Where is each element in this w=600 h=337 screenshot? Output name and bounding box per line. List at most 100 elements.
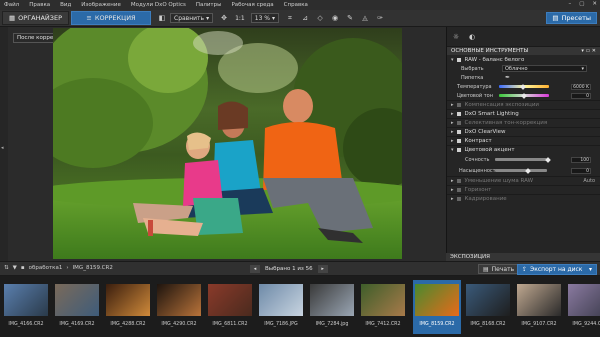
filmstrip-thumbnail[interactable]: IMG_6811.CR2: [206, 280, 254, 334]
vibrancy-value[interactable]: 100: [571, 156, 591, 163]
chevron-right-icon[interactable]: ▸: [451, 111, 454, 117]
chevron-down-icon[interactable]: ▾: [451, 147, 454, 153]
maximize-icon[interactable]: ▢: [579, 1, 584, 7]
chevron-right-icon[interactable]: ▸: [451, 102, 454, 108]
print-button[interactable]: ▤ Печать: [478, 264, 520, 274]
left-collapse-strip[interactable]: ◂: [0, 27, 8, 261]
move-icon[interactable]: ✥: [219, 13, 229, 23]
chevron-right-icon[interactable]: ▸: [451, 178, 454, 184]
wb-select-dropdown[interactable]: Облачно ▾: [502, 65, 587, 72]
ratio-label[interactable]: 1:1: [235, 15, 245, 22]
zoom-control[interactable]: 13 % ▾: [250, 13, 280, 23]
image-viewer[interactable]: После коррекции: [8, 27, 446, 261]
local-adjust-icon[interactable]: ◬: [360, 13, 370, 23]
chevron-down-icon[interactable]: ▾: [451, 57, 454, 63]
vibrancy-slider-knob[interactable]: [545, 156, 551, 163]
menu-file[interactable]: Файл: [4, 2, 19, 8]
enable-checkbox[interactable]: [456, 197, 461, 201]
close-icon[interactable]: ✕: [592, 1, 597, 7]
exposure-section[interactable]: ▸ Компенсация экспозиции: [447, 100, 600, 109]
enable-checkbox[interactable]: [456, 103, 461, 107]
saturation-value[interactable]: 0: [571, 167, 591, 174]
noise-section[interactable]: ▸ Уменьшение шума RAW Auto: [447, 176, 600, 185]
chevron-left-icon[interactable]: ◂: [1, 145, 4, 151]
filmstrip-thumbnail[interactable]: IMG_7412.CR2: [359, 280, 407, 334]
repair-icon[interactable]: ✎: [345, 13, 355, 23]
enable-checkbox[interactable]: [456, 179, 461, 183]
crop-icon[interactable]: ⌗: [285, 13, 295, 23]
enable-checkbox[interactable]: [456, 148, 461, 152]
pipette-icon[interactable]: ✒: [505, 74, 510, 81]
thumbnail-image[interactable]: [466, 284, 510, 316]
menu-modules[interactable]: Модули DxO Optics: [131, 2, 186, 8]
filmstrip-thumbnail[interactable]: IMG_7284.jpg: [308, 280, 356, 334]
clearview-section[interactable]: ▸ DxO ClearView: [447, 127, 600, 136]
thumbnail-image[interactable]: [106, 284, 150, 316]
thumbnail-image[interactable]: [361, 284, 405, 316]
wb-section[interactable]: ▾ RAW - баланс белого: [447, 55, 600, 64]
filmstrip-thumbnail[interactable]: IMG_7186.JPG: [257, 280, 305, 334]
filmstrip-thumbnail[interactable]: IMG_8168.CR2: [464, 280, 512, 334]
redeye-icon[interactable]: ◉: [330, 13, 340, 23]
color-accent-section[interactable]: ▾ Цветовой акцент: [447, 145, 600, 154]
project-name[interactable]: обработка1: [29, 265, 63, 271]
exposure-palette-header[interactable]: ЭКСПОЗИЦИЯ: [446, 253, 600, 261]
thumbnail-image[interactable]: [55, 284, 99, 316]
tint-value[interactable]: 0: [571, 92, 591, 99]
main-photo[interactable]: [53, 28, 402, 259]
tab-organizer[interactable]: ▦ ОРГАНАЙЗЕР: [2, 11, 69, 25]
minimize-icon[interactable]: –: [568, 1, 571, 7]
filter-icon[interactable]: ▼: [13, 265, 17, 271]
thumbnail-image[interactable]: [259, 284, 303, 316]
temperature-value[interactable]: 6000 K: [571, 83, 591, 90]
horizon-section[interactable]: ▸ Горизонт: [447, 185, 600, 194]
filmstrip-thumbnail[interactable]: IMG_9244.CR2: [566, 280, 600, 334]
filmstrip-thumbnail[interactable]: IMG_4166.CR2: [2, 280, 50, 334]
thumbnail-image[interactable]: [157, 284, 201, 316]
thumbnail-image[interactable]: [415, 284, 459, 316]
enable-checkbox[interactable]: [456, 121, 461, 125]
menu-workspace[interactable]: Рабочая среда: [231, 2, 273, 8]
next-image-icon[interactable]: ▸: [317, 265, 328, 273]
color-icon[interactable]: ◐: [467, 32, 477, 42]
filmstrip-thumbnail[interactable]: IMG_4290.CR2: [155, 280, 203, 334]
crop-section[interactable]: ▸ Кадрирование: [447, 194, 600, 203]
menu-view[interactable]: Вид: [60, 2, 71, 8]
zoom-dropdown[interactable]: 13 % ▾: [250, 13, 280, 23]
saturation-slider[interactable]: [495, 169, 547, 172]
chevron-right-icon[interactable]: ▸: [451, 138, 454, 144]
selective-tone-section[interactable]: ▸ Селективная тон-коррекция: [447, 118, 600, 127]
smart-lighting-section[interactable]: ▸ DxO Smart Lighting: [447, 109, 600, 118]
menu-edit[interactable]: Правка: [29, 2, 50, 8]
chevron-right-icon[interactable]: ▸: [451, 196, 454, 202]
chevron-right-icon[interactable]: ▸: [451, 129, 454, 135]
thumbnail-image[interactable]: [310, 284, 354, 316]
chevron-down-icon[interactable]: ▾: [589, 266, 592, 273]
contrast-section[interactable]: ▸ Контраст: [447, 136, 600, 145]
sun-icon[interactable]: ☼: [451, 32, 461, 42]
thumbnail-image[interactable]: [4, 284, 48, 316]
export-to-disk-button[interactable]: ⇪ Экспорт на диск ▾: [517, 264, 597, 275]
pan-control[interactable]: ✥: [219, 13, 229, 23]
enable-checkbox[interactable]: [456, 57, 461, 62]
menu-help[interactable]: Справка: [284, 2, 308, 8]
thumbnail-image[interactable]: [208, 284, 252, 316]
filmstrip-thumbnail[interactable]: IMG_4288.CR2: [104, 280, 152, 334]
panel-header-icons[interactable]: ▾ ▭ ✕: [581, 48, 596, 54]
filmstrip-thumbnail[interactable]: IMG_4169.CR2: [53, 280, 101, 334]
enable-checkbox[interactable]: [456, 139, 461, 143]
chevron-right-icon[interactable]: ▸: [451, 120, 454, 126]
thumbnail-image[interactable]: [568, 284, 600, 316]
menu-palettes[interactable]: Палитры: [196, 2, 222, 8]
tab-correction[interactable]: ≡ КОРРЕКЦИЯ: [71, 11, 151, 25]
prev-image-icon[interactable]: ◂: [250, 265, 260, 273]
filmstrip-thumbnail[interactable]: IMG_9107.CR2: [515, 280, 563, 334]
filmstrip-thumbnail[interactable]: IMG_8159.CR2: [413, 280, 461, 334]
vibrancy-slider[interactable]: [495, 158, 547, 161]
enable-checkbox[interactable]: [456, 188, 461, 192]
white-balance-icon[interactable]: ✑: [375, 13, 385, 23]
ratio-control[interactable]: 1:1: [235, 15, 245, 22]
horizon-icon[interactable]: ⊿: [300, 13, 310, 23]
thumbnail-image[interactable]: [517, 284, 561, 316]
compare-dropdown[interactable]: Сравнить ▾: [170, 13, 214, 23]
